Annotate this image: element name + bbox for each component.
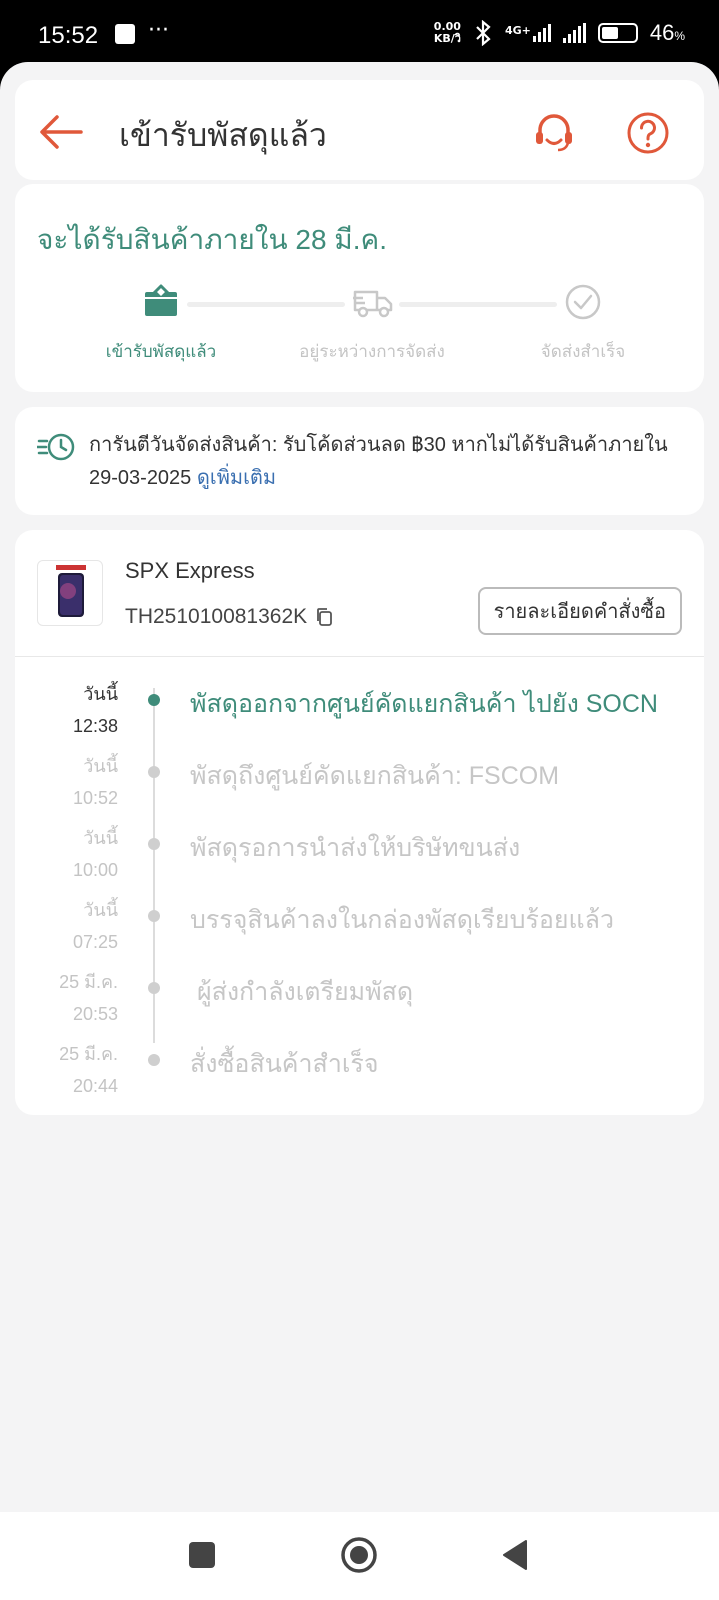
stepper-track: [399, 302, 557, 307]
event-day: 25 มี.ค.: [59, 972, 118, 992]
box-icon: [145, 284, 177, 316]
step-label-in-transit: อยู่ระหว่างการจัดส่ง: [299, 342, 445, 361]
recent-apps-icon[interactable]: [189, 1542, 215, 1568]
event-day: 25 มี.ค.: [59, 1044, 118, 1064]
battery-icon: [597, 23, 638, 43]
screen: เข้ารับพัสดุแล้ว จะได้รับสินค้าภายใน 28 …: [0, 62, 719, 1512]
event-time: 12:38: [72, 716, 118, 736]
help-question-icon[interactable]: [625, 110, 671, 156]
timeline-dot: [148, 694, 160, 706]
back-triangle-icon[interactable]: [500, 1538, 530, 1572]
speed-unit: KB/วิ: [433, 32, 461, 45]
step-label-delivered: จัดส่งสำเร็จ: [540, 342, 626, 361]
tracking-number: TH251010081362K: [125, 605, 308, 628]
event-time: 20:44: [72, 1076, 118, 1096]
network-type: 4G+: [504, 24, 531, 37]
timeline-dot: [148, 766, 160, 778]
delivery-status-card: จะได้รับสินค้าภายใน 28 มี.ค. เข้ารับพัสด…: [15, 184, 704, 392]
fast-clock-icon: [37, 433, 75, 461]
event-date: 25 มี.ค. 20:53: [59, 966, 118, 1030]
timeline-dot: [148, 838, 160, 850]
status-right: 0.00 KB/วิ 4G+ 46%: [434, 20, 685, 46]
carrier-name: SPX Express: [125, 558, 255, 583]
signal-icon: [562, 23, 586, 43]
truck-icon: [353, 290, 393, 318]
stepper-track: [187, 302, 345, 307]
battery-value: 46: [649, 20, 675, 45]
see-more-link[interactable]: ดูเพิ่มเติม: [197, 467, 276, 489]
guarantee-text: การันตีวันจัดส่งสินค้า: รับโค้ดส่วนลด ฿3…: [89, 429, 674, 495]
timeline-event: วันนี้ 07:25 บรรจุสินค้าลงในกล่องพัสดุเร…: [15, 886, 704, 958]
event-day: วันนี้: [83, 828, 118, 848]
event-date: วันนี้ 10:00: [73, 822, 118, 886]
status-time: 15:52: [38, 22, 99, 49]
timeline-dot: [148, 982, 160, 994]
event-day: วันนี้: [83, 684, 118, 704]
tracking-number-row: TH251010081362K: [125, 605, 333, 629]
app-header: เข้ารับพัสดุแล้ว: [15, 80, 704, 180]
guarantee-message: การันตีวันจัดส่งสินค้า: รับโค้ดส่วนลด ฿3…: [89, 434, 668, 489]
product-thumbnail: [37, 560, 103, 626]
event-description: พัสดุถึงศูนย์คัดแยกสินค้า: FSCOM: [190, 762, 560, 790]
event-time: 10:00: [72, 860, 118, 880]
event-day: วันนี้: [83, 900, 118, 920]
timeline-event: 25 มี.ค. 20:53 ผู้ส่งกำลังเตรียมพัสดุ: [15, 958, 704, 1030]
tracking-timeline: วันนี้ 12:38 พัสดุออกจากศูนย์คัดแยกสินค้…: [15, 656, 704, 1106]
more-notifications-icon: ···: [148, 18, 169, 43]
estimated-delivery: จะได้รับสินค้าภายใน 28 มี.ค.: [37, 224, 388, 255]
timeline-event: 25 มี.ค. 20:44 สั่งซื้อสินค้าสำเร็จ: [15, 1030, 704, 1102]
event-date: วันนี้ 12:38: [73, 678, 118, 742]
timeline-event: วันนี้ 10:52 พัสดุถึงศูนย์คัดแยกสินค้า: …: [15, 742, 704, 814]
back-arrow-icon[interactable]: [37, 112, 85, 152]
timeline-event: วันนี้ 12:38 พัสดุออกจากศูนย์คัดแยกสินค้…: [15, 670, 704, 742]
timeline-dot: [148, 910, 160, 922]
event-date: 25 มี.ค. 20:44: [59, 1038, 118, 1102]
delivery-stepper: เข้ารับพัสดุแล้ว อยู่ระหว่างการจัดส่ง จั…: [75, 282, 655, 362]
timeline-event: วันนี้ 10:00 พัสดุรอการนำส่งให้บริษัทขนส…: [15, 814, 704, 886]
page-title: เข้ารับพัสดุแล้ว: [119, 117, 327, 153]
system-nav-bar: [0, 1512, 719, 1600]
event-description: สั่งซื้อสินค้าสำเร็จ: [190, 1050, 379, 1078]
event-description: ผู้ส่งกำลังเตรียมพัสดุ: [190, 978, 414, 1006]
event-time: 10:52: [72, 788, 118, 808]
event-time: 07:25: [72, 932, 118, 952]
event-description: พัสดุรอการนำส่งให้บริษัทขนส่ง: [190, 834, 521, 862]
event-day: วันนี้: [83, 756, 118, 776]
tracking-card: SPX Express TH251010081362K รายละเอียดคำ…: [15, 530, 704, 1115]
copy-icon[interactable]: [315, 607, 333, 627]
battery-percentage: 46%: [650, 20, 685, 46]
event-date: วันนี้ 10:52: [73, 750, 118, 814]
phone-product-image: [56, 565, 86, 617]
bluetooth-icon: [476, 20, 491, 46]
order-details-button[interactable]: รายละเอียดคำสั่งซื้อ: [477, 587, 682, 635]
battery-unit: %: [674, 29, 685, 43]
event-time: 20:53: [72, 1004, 118, 1024]
network-speed: 0.00 KB/วิ: [434, 21, 461, 45]
event-description: บรรจุสินค้าลงในกล่องพัสดุเรียบร้อยแล้ว: [190, 906, 615, 934]
timeline-dot: [148, 1054, 160, 1066]
step-label-picked-up: เข้ารับพัสดุแล้ว: [105, 342, 217, 361]
home-icon[interactable]: [340, 1536, 378, 1574]
headset-support-icon[interactable]: [531, 110, 577, 156]
event-date: วันนี้ 07:25: [73, 894, 118, 958]
signal-4g-icon: 4G+: [505, 24, 551, 42]
event-description: พัสดุออกจากศูนย์คัดแยกสินค้า ไปยัง SOCN: [190, 690, 658, 718]
check-circle-icon: [565, 284, 601, 320]
notification-icon: [115, 24, 135, 44]
delivery-guarantee-card: การันตีวันจัดส่งสินค้า: รับโค้ดส่วนลด ฿3…: [15, 407, 704, 515]
